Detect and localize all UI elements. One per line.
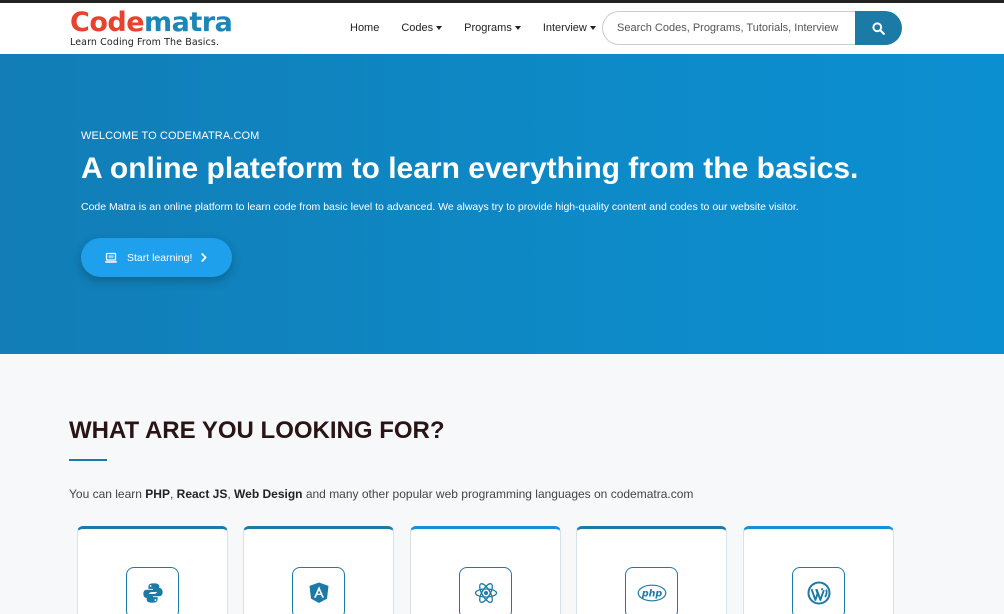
- search-form: [602, 11, 902, 45]
- logo-matra-text: matra: [144, 7, 233, 38]
- search-input[interactable]: [602, 11, 855, 45]
- section-title: WHAT ARE YOU LOOKING FOR?: [69, 417, 445, 444]
- main-nav: Home Codes Programs Interview: [350, 22, 618, 34]
- section-description: You can learn PHP, React JS, Web Design …: [69, 487, 693, 501]
- nav-item-interview[interactable]: Interview: [543, 22, 596, 34]
- section-divider: [69, 459, 107, 461]
- desc-suffix: and many other popular web programming l…: [302, 487, 694, 501]
- php-icon: php: [637, 584, 666, 602]
- desc-highlight-react: React JS: [176, 487, 228, 501]
- logo-wordmark: Codematra: [70, 7, 233, 38]
- wordpress-icon: [807, 581, 830, 605]
- nav-item-home[interactable]: Home: [350, 22, 379, 34]
- desc-highlight-web-design: Web Design: [234, 487, 303, 501]
- nav-item-codes[interactable]: Codes: [401, 22, 443, 34]
- nav-item-label: Programs: [464, 22, 512, 34]
- search-button[interactable]: [855, 11, 902, 45]
- caret-down-icon: [436, 26, 443, 30]
- topic-card-react[interactable]: [410, 526, 561, 614]
- python-icon: [142, 583, 163, 603]
- hero-banner: WELCOME TO CODEMATRA.COM A online platef…: [0, 54, 1004, 354]
- desc-prefix: You can learn: [69, 487, 146, 501]
- card-icon-box: [292, 567, 345, 614]
- navbar: Codematra Learn Coding From The Basics. …: [0, 3, 1004, 54]
- topic-card-wordpress[interactable]: [743, 526, 894, 614]
- logo-tagline: Learn Coding From The Basics.: [70, 37, 220, 48]
- topic-card-angular[interactable]: [243, 526, 394, 614]
- logo[interactable]: Codematra Learn Coding From The Basics.: [70, 7, 233, 49]
- search-icon: [872, 21, 885, 35]
- nav-item-label: Interview: [542, 22, 587, 34]
- topic-card-php[interactable]: php: [576, 526, 727, 614]
- chevron-right-icon: [201, 253, 207, 262]
- card-icon-box: [792, 567, 845, 614]
- php-icon-text: php: [640, 588, 662, 599]
- desc-separator: ,: [169, 487, 177, 501]
- topic-card-python[interactable]: [77, 526, 228, 614]
- hero-description: Code Matra is an online platform to lear…: [81, 201, 799, 213]
- caret-down-icon: [589, 26, 596, 30]
- desc-highlight-php: PHP: [145, 487, 170, 501]
- card-icon-box: php: [625, 567, 678, 614]
- hero-welcome: WELCOME TO CODEMATRA.COM: [81, 130, 260, 142]
- nav-item-programs[interactable]: Programs: [464, 22, 521, 34]
- react-icon: [474, 583, 497, 603]
- start-learning-button[interactable]: Start learning!: [81, 238, 232, 277]
- laptop-icon: [104, 252, 118, 263]
- logo-code-text: Code: [70, 7, 145, 38]
- card-icon-box: [459, 567, 512, 614]
- card-icon-box: [126, 567, 179, 614]
- start-learning-label: Start learning!: [127, 251, 193, 264]
- nav-item-label: Home: [350, 22, 380, 34]
- angular-icon: [309, 582, 328, 603]
- nav-item-label: Codes: [401, 22, 434, 34]
- caret-down-icon: [514, 26, 521, 30]
- hero-title: A online plateform to learn everything f…: [81, 152, 859, 185]
